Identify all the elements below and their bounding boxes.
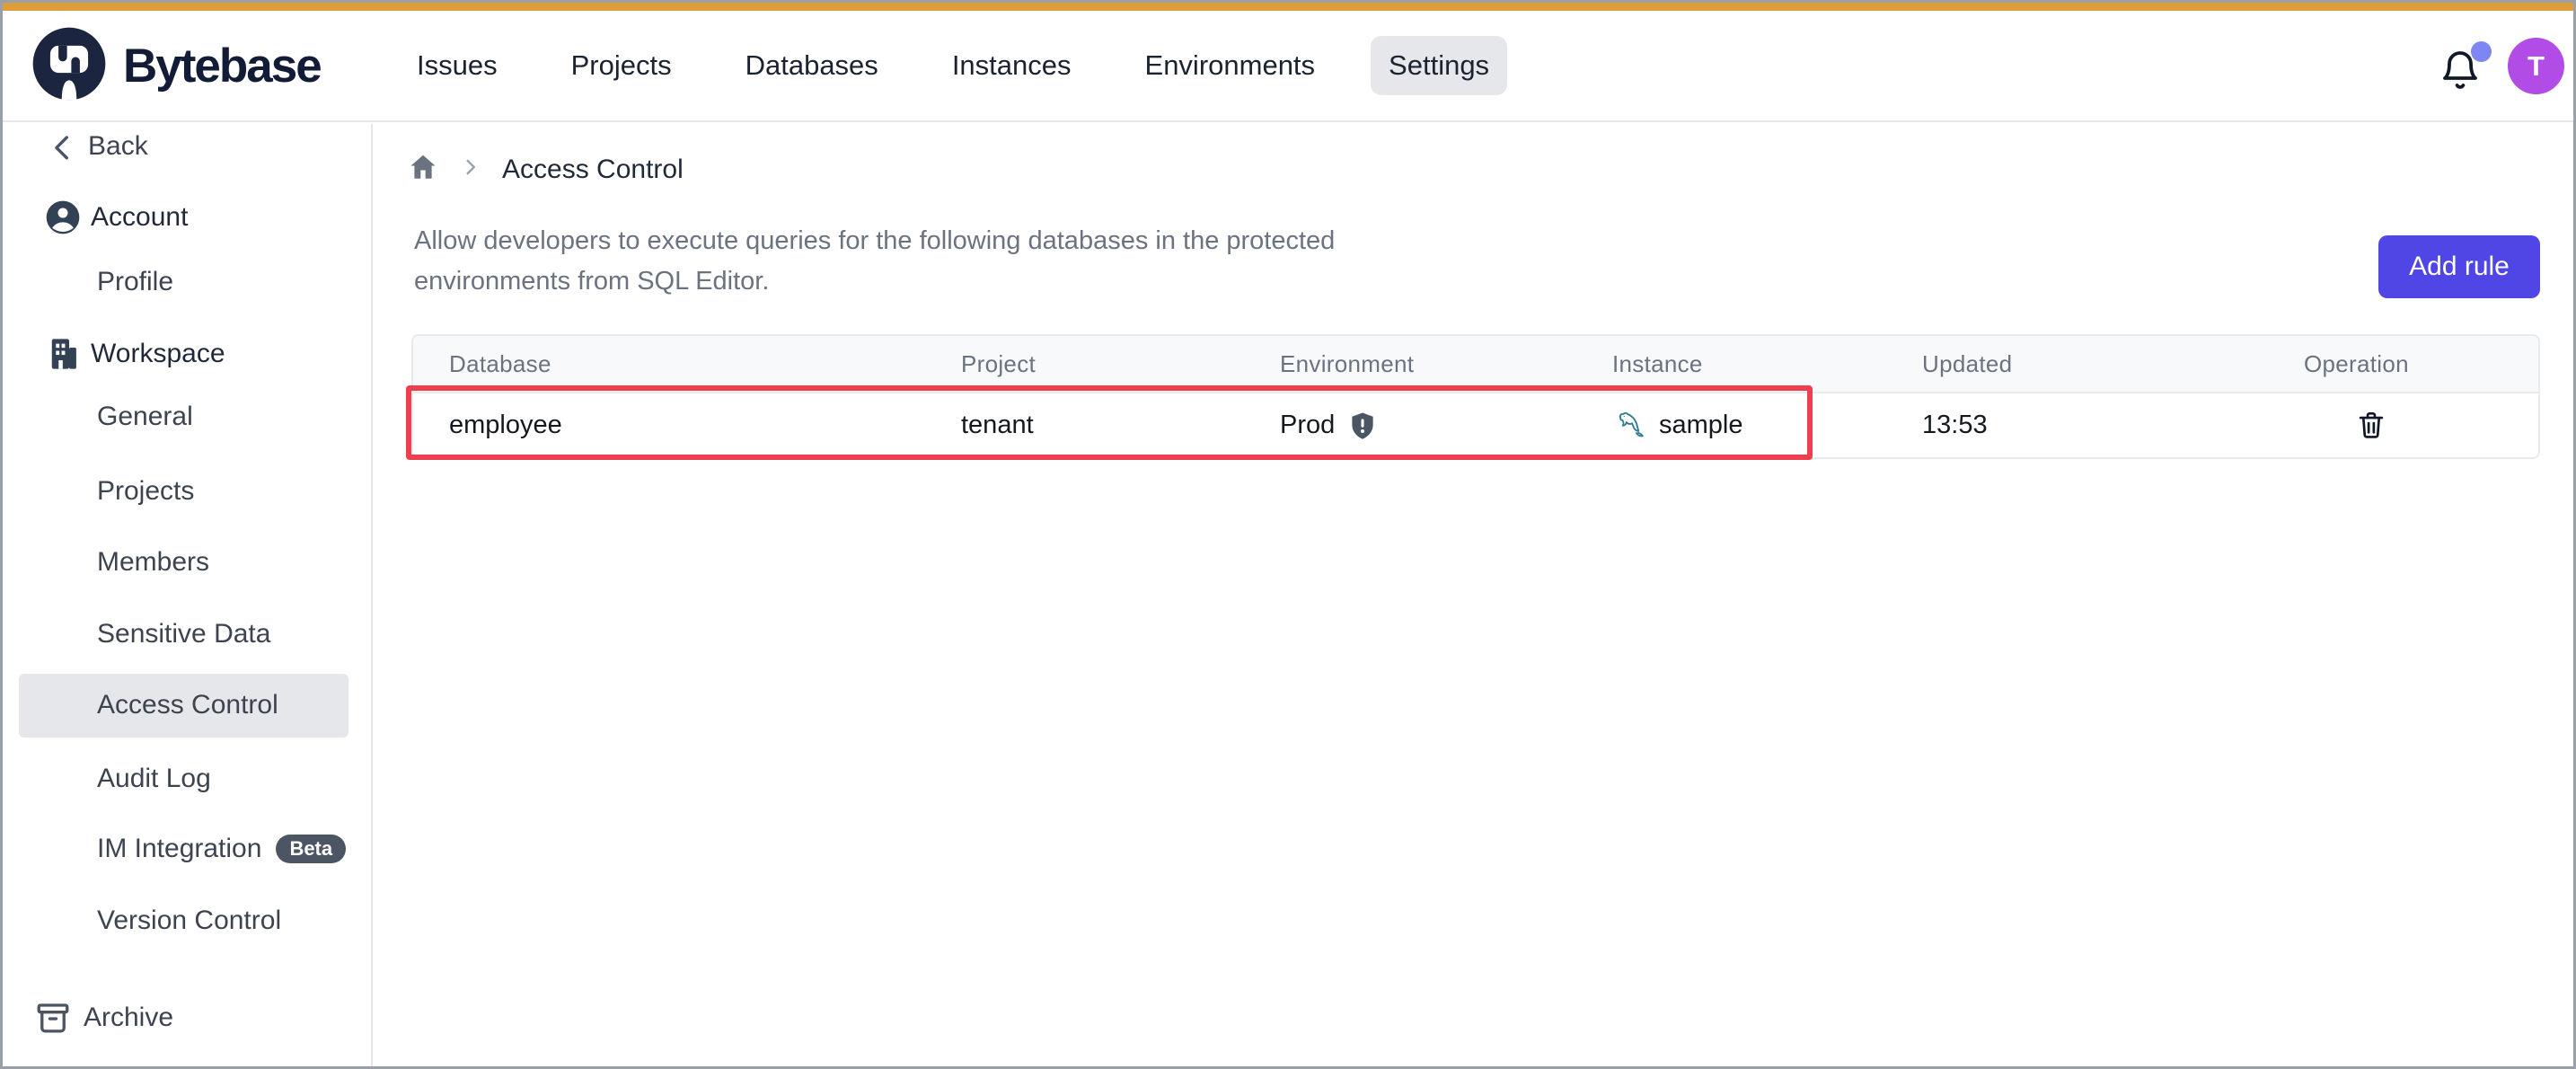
description-line-2: environments from SQL Editor. bbox=[414, 261, 1335, 302]
sidebar-item-access-control[interactable]: Access Control bbox=[3, 676, 371, 734]
main-content: Access Control Allow developers to execu… bbox=[375, 124, 2571, 1066]
add-rule-button[interactable]: Add rule bbox=[2378, 235, 2540, 298]
column-header-environment: Environment bbox=[1280, 350, 1612, 378]
column-header-operation: Operation bbox=[2304, 350, 2538, 378]
chevron-right-icon bbox=[459, 155, 482, 183]
sidebar-item-archive[interactable]: Archive bbox=[3, 989, 371, 1047]
column-header-updated: Updated bbox=[1922, 350, 2304, 378]
breadcrumb: Access Control bbox=[407, 151, 684, 188]
cell-instance: sample bbox=[1612, 408, 1922, 444]
description-line-1: Allow developers to execute queries for … bbox=[414, 221, 1335, 261]
sidebar-heading-account: Account bbox=[3, 189, 371, 246]
sidebar-item-projects[interactable]: Projects bbox=[3, 463, 371, 520]
access-rules-table: Database Project Environment Instance Up… bbox=[411, 334, 2540, 459]
delete-rule-button[interactable] bbox=[2353, 408, 2389, 444]
beta-badge: Beta bbox=[276, 835, 346, 863]
brand-logo[interactable]: Bytebase bbox=[30, 11, 321, 120]
nav-issues[interactable]: Issues bbox=[399, 36, 516, 95]
brand-name: Bytebase bbox=[123, 39, 321, 93]
sidebar-item-im-integration[interactable]: IM Integration Beta bbox=[3, 820, 371, 878]
sidebar-item-audit-log[interactable]: Audit Log bbox=[3, 750, 371, 808]
table-header-row: Database Project Environment Instance Up… bbox=[413, 336, 2538, 393]
main-nav: Issues Projects Databases Instances Envi… bbox=[399, 11, 1507, 120]
home-icon[interactable] bbox=[407, 151, 439, 188]
notification-dot bbox=[2471, 41, 2492, 62]
sidebar-item-general[interactable]: General bbox=[3, 388, 371, 446]
cell-database: employee bbox=[413, 411, 961, 440]
bytebase-mascot-icon bbox=[30, 24, 109, 108]
nav-settings[interactable]: Settings bbox=[1371, 36, 1507, 95]
nav-projects[interactable]: Projects bbox=[553, 36, 690, 95]
archive-box-icon bbox=[32, 997, 74, 1038]
mysql-dolphin-icon bbox=[1612, 408, 1648, 444]
sidebar-item-sensitive-data[interactable]: Sensitive Data bbox=[3, 605, 371, 663]
cell-updated: 13:53 bbox=[1922, 411, 2304, 440]
cell-project: tenant bbox=[961, 411, 1280, 440]
page-description: Allow developers to execute queries for … bbox=[414, 221, 1335, 302]
cell-environment: Prod bbox=[1280, 411, 1612, 441]
building-icon bbox=[42, 333, 84, 375]
sidebar-back-button[interactable]: Back bbox=[3, 124, 371, 175]
environment-name: Prod bbox=[1280, 411, 1335, 440]
column-header-instance: Instance bbox=[1612, 350, 1922, 378]
nav-environments[interactable]: Environments bbox=[1127, 36, 1334, 95]
top-accent-bar bbox=[3, 3, 2573, 11]
nav-databases[interactable]: Databases bbox=[728, 36, 896, 95]
column-header-project: Project bbox=[961, 350, 1280, 378]
sidebar-heading-workspace: Workspace bbox=[3, 325, 371, 383]
settings-sidebar: Back Account Profile bbox=[3, 124, 373, 1066]
sidebar-item-profile[interactable]: Profile bbox=[3, 253, 371, 311]
sidebar-item-members[interactable]: Members bbox=[3, 534, 371, 591]
breadcrumb-current: Access Control bbox=[502, 155, 684, 185]
trash-icon bbox=[2354, 408, 2388, 442]
cell-operation bbox=[2304, 408, 2538, 444]
shield-exclamation-icon bbox=[1347, 411, 1378, 441]
notification-bell-button[interactable] bbox=[2439, 41, 2496, 99]
app-window: Bytebase Issues Projects Databases Insta… bbox=[0, 0, 2576, 1069]
instance-name: sample bbox=[1659, 411, 1743, 440]
user-circle-icon bbox=[42, 197, 84, 238]
nav-instances[interactable]: Instances bbox=[934, 36, 1090, 95]
sidebar-item-version-control[interactable]: Version Control bbox=[3, 892, 371, 950]
top-navbar: Bytebase Issues Projects Databases Insta… bbox=[3, 11, 2573, 122]
column-header-database: Database bbox=[413, 350, 961, 378]
user-avatar[interactable]: T bbox=[2508, 38, 2564, 94]
chevron-left-icon bbox=[46, 129, 80, 163]
table-row[interactable]: employee tenant Prod sa bbox=[413, 393, 2538, 457]
